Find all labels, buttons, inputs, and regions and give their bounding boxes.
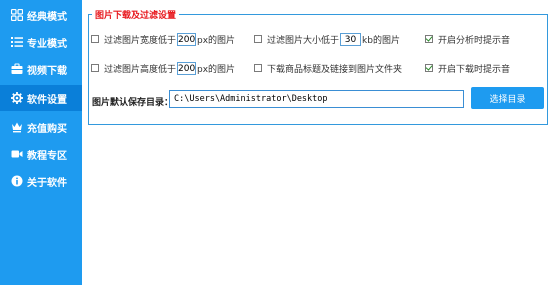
list-icon <box>10 36 23 49</box>
sidebar-item-purchase[interactable]: 充值购买 <box>0 114 82 140</box>
sidebar-item-about[interactable]: 关于软件 <box>0 168 82 194</box>
download-title-link-option[interactable]: 下载商品标题及链接到图片文件夹 <box>254 61 402 75</box>
sidebar-item-label: 视频下载 <box>27 65 67 77</box>
sidebar-item-tutorials[interactable]: 教程专区 <box>0 141 82 167</box>
choose-directory-button[interactable]: 选择目录 <box>471 87 544 109</box>
info-icon <box>10 175 23 188</box>
filter-height-prefix: 过滤图片高度低于 <box>104 64 177 75</box>
filter-size-checkbox[interactable] <box>254 35 262 43</box>
filter-height-input[interactable]: 200 <box>177 61 197 75</box>
video-icon <box>10 148 23 161</box>
sidebar-item-video-download[interactable]: 视频下载 <box>0 56 82 82</box>
sidebar: 经典模式 专业模式 视频下载 软件设置 充值购买 教程专区 关于软件 <box>0 0 82 285</box>
filter-width-checkbox[interactable] <box>91 35 99 43</box>
crown-icon <box>10 121 23 134</box>
filter-size-prefix: 过滤图片大小低于 <box>267 35 340 46</box>
save-path-label: 图片默认保存目录： <box>92 98 174 108</box>
sidebar-item-label: 教程专区 <box>27 150 67 162</box>
filter-width-prefix: 过滤图片宽度低于 <box>104 35 177 46</box>
download-sound-checkbox[interactable] <box>425 64 433 72</box>
download-title-link-checkbox[interactable] <box>254 64 262 72</box>
download-title-link-label: 下载商品标题及链接到图片文件夹 <box>267 64 403 75</box>
briefcase-icon <box>10 63 23 76</box>
sidebar-item-label: 经典模式 <box>27 11 67 23</box>
analysis-sound-checkbox[interactable] <box>425 35 433 43</box>
filter-width-input[interactable]: 200 <box>177 32 197 46</box>
gear-icon <box>10 92 23 105</box>
sidebar-item-settings[interactable]: 软件设置 <box>0 85 82 111</box>
filter-height-suffix: px的图片 <box>197 64 236 75</box>
sidebar-item-label: 充值购买 <box>27 123 67 135</box>
filter-size-option[interactable]: 过滤图片大小低于 30 kb的图片 <box>254 32 400 46</box>
sidebar-item-label: 关于软件 <box>27 177 67 189</box>
download-sound-option[interactable]: 开启下载时提示音 <box>425 61 510 75</box>
sidebar-item-pro-mode[interactable]: 专业模式 <box>0 29 82 55</box>
group-title: 图片下载及过滤设置 <box>92 8 180 21</box>
analysis-sound-option[interactable]: 开启分析时提示音 <box>425 32 510 46</box>
filter-height-checkbox[interactable] <box>91 64 99 72</box>
sidebar-item-label: 专业模式 <box>27 38 67 50</box>
sidebar-item-classic-mode[interactable]: 经典模式 <box>0 2 82 28</box>
save-path-input[interactable]: C:\Users\Administrator\Desktop <box>169 90 464 108</box>
sidebar-item-label: 软件设置 <box>27 94 67 106</box>
filter-size-suffix: kb的图片 <box>362 35 400 46</box>
analysis-sound-label: 开启分析时提示音 <box>438 35 511 46</box>
filter-width-suffix: px的图片 <box>197 35 236 46</box>
filter-height-option[interactable]: 过滤图片高度低于 200 px的图片 <box>91 61 235 75</box>
grid-icon <box>10 9 23 22</box>
download-sound-label: 开启下载时提示音 <box>438 64 511 75</box>
filter-width-option[interactable]: 过滤图片宽度低于 200 px的图片 <box>91 32 235 46</box>
filter-size-input[interactable]: 30 <box>340 32 362 46</box>
